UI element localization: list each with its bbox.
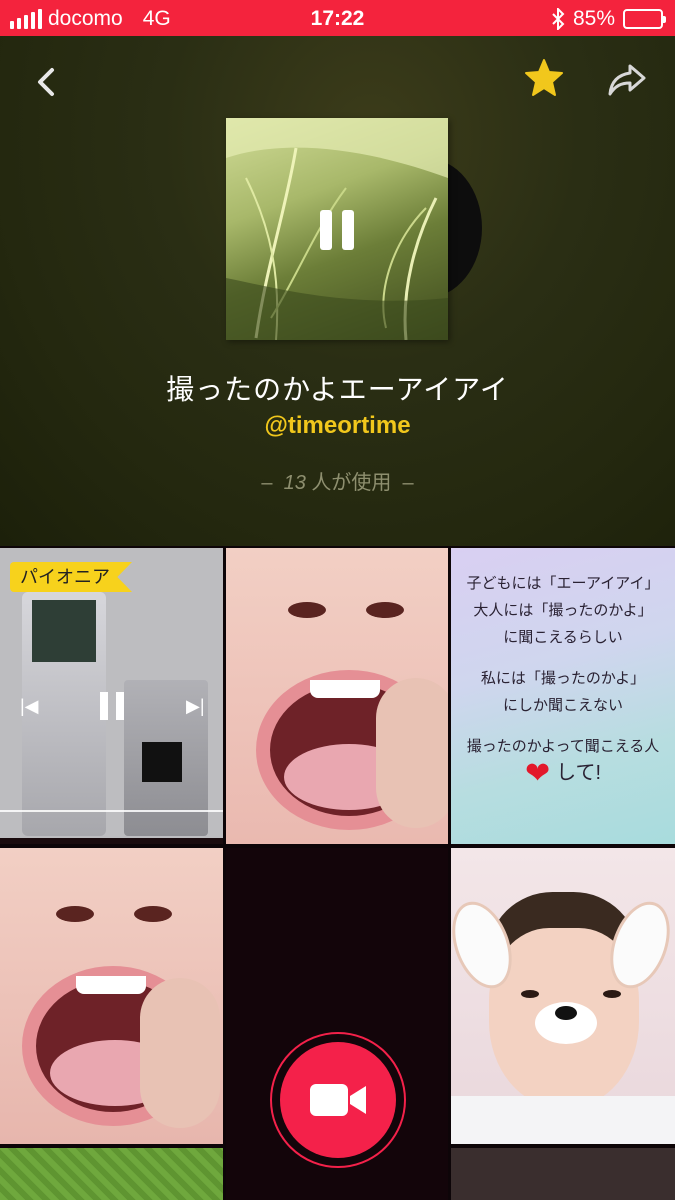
video-tile-3[interactable]: 子どもには「エーアイアイ」 大人には「撮ったのかよ」 に聞こえるらしい 私には「…	[451, 548, 675, 844]
usage-dash-left: –	[261, 472, 273, 494]
pause-icon[interactable]	[100, 692, 124, 720]
finger-image	[376, 678, 448, 828]
caption-line-4: 私には「撮ったのかよ」	[480, 670, 646, 687]
dog-nose-filter	[535, 1002, 597, 1044]
caption-line-5: にしか聞こえない	[502, 697, 623, 714]
status-bar: docomo 4G 17:22 85%	[0, 0, 675, 36]
status-right: 85%	[551, 7, 666, 31]
song-title: 撮ったのかよエーアイアイ	[166, 374, 509, 405]
pause-icon[interactable]	[320, 210, 356, 250]
video-tile-4[interactable]	[0, 848, 223, 1144]
video-camera-icon	[308, 1080, 368, 1120]
caption-line-2: 大人には「撮ったのかよ」	[473, 602, 653, 619]
video-progress-line	[0, 810, 223, 812]
tile-bottom-strip	[0, 838, 223, 844]
shirt-image	[451, 1096, 675, 1144]
star-icon	[525, 59, 563, 96]
skip-previous-icon[interactable]: |◀	[20, 696, 39, 717]
author-link[interactable]: @timeortime	[0, 412, 675, 440]
back-button[interactable]	[30, 64, 66, 100]
eyes-image	[521, 990, 621, 998]
caption-heart-row: ❤ して!	[451, 757, 675, 790]
caption-line-7: して!	[556, 762, 602, 784]
video-tile-1[interactable]: パイオニア |◀ ▶|	[0, 548, 223, 844]
battery-percent: 85%	[572, 7, 615, 30]
caption-text: 子どもには「エーアイアイ」 大人には「撮ったのかよ」 に聞こえるらしい 私には「…	[451, 570, 675, 790]
video-tile-5[interactable]	[226, 848, 448, 1200]
media-controls: |◀ ▶|	[0, 692, 223, 726]
sound-cover[interactable]	[226, 118, 448, 340]
video-tile-8[interactable]	[451, 1148, 675, 1200]
favorite-button[interactable]	[522, 56, 566, 100]
usage-number: 13	[283, 472, 306, 494]
caption-line-6: 撮ったのかよって聞こえる人	[466, 738, 660, 755]
share-arrow-icon	[608, 64, 646, 96]
video-grid: パイオニア |◀ ▶| 子どもには「エーアイアイ」 大人には「撮ったのかよ」 に…	[0, 546, 675, 1200]
usage-dash-right: –	[402, 472, 414, 494]
share-button[interactable]	[604, 58, 648, 102]
video-tile-2[interactable]	[226, 548, 448, 844]
finger-image	[140, 978, 220, 1128]
caption-line-3: に聞こえるらしい	[503, 629, 623, 646]
video-tile-7[interactable]	[0, 1148, 223, 1200]
chevron-left-icon	[38, 68, 54, 96]
nose-image	[56, 906, 172, 922]
battery-icon	[623, 9, 666, 29]
nose-image	[288, 602, 404, 618]
bluetooth-icon	[552, 8, 565, 30]
skip-next-icon[interactable]: ▶|	[186, 696, 205, 717]
usage-count: – 13 人が使用 –	[0, 466, 675, 495]
sound-header: 撮ったのかよエーアイアイ @timeortime – 13 人が使用 –	[0, 36, 675, 546]
record-button[interactable]	[270, 1032, 406, 1168]
usage-label: 人が使用	[311, 472, 392, 494]
heart-icon: ❤	[524, 757, 551, 790]
video-tile-6[interactable]	[451, 848, 675, 1144]
pioneer-badge: パイオニア	[10, 562, 132, 592]
caption-line-1: 子どもには「エーアイアイ」	[466, 575, 660, 592]
